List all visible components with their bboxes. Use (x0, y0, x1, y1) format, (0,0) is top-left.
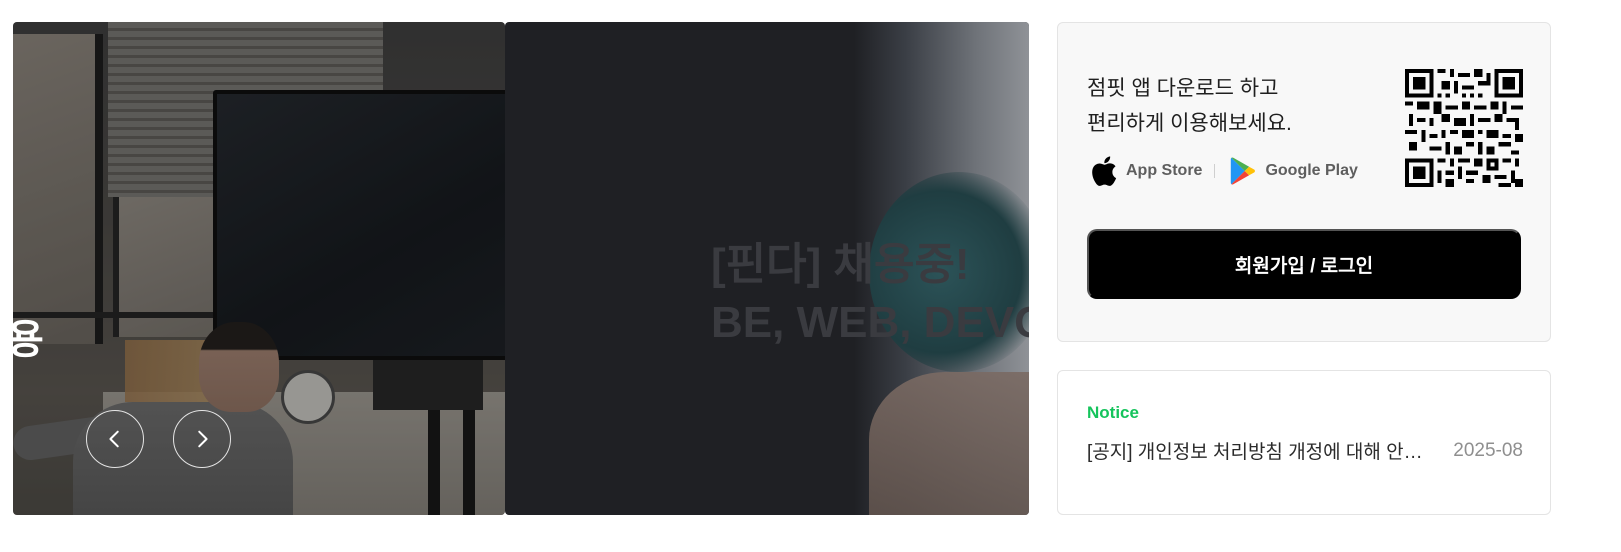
banner-edge-text: 용 (13, 318, 44, 362)
hiring-photo-shape (869, 372, 1029, 515)
store-divider (1214, 164, 1216, 178)
carousel-prev-button[interactable] (86, 410, 144, 468)
app-download-card: 점핏 앱 다운로드 하고 편리하게 이용해보세요. App Store Goog… (1057, 22, 1551, 342)
hiring-title-line1: [핀다] 채용중! (711, 240, 970, 289)
notice-label: Notice (1087, 403, 1139, 422)
carousel-next-button[interactable] (173, 410, 231, 468)
hiring-title-line2: BE, WEB, DEVO (711, 298, 1029, 347)
app-store-link[interactable]: App Store (1088, 155, 1202, 187)
notice-title[interactable]: [공지] 개인정보 처리방침 개정에 대해 안내드립니다. (1087, 437, 1432, 464)
google-play-icon (1231, 157, 1256, 185)
notice-card: Notice [공지] 개인정보 처리방침 개정에 대해 안내드립니다. 202… (1057, 370, 1551, 515)
banner-slide-hiring[interactable]: [핀다] 채용중! BE, WEB, DEVO (505, 22, 1029, 515)
app-store-label: App Store (1126, 162, 1203, 179)
app-download-text: 점핏 앱 다운로드 하고 편리하게 이용해보세요. (1087, 71, 1292, 141)
notice-item[interactable]: [공지] 개인정보 처리방침 개정에 대해 안내드립니다. 2025-08 (1087, 437, 1523, 464)
app-download-line2: 편리하게 이용해보세요. (1087, 112, 1292, 135)
app-download-line1: 점핏 앱 다운로드 하고 (1087, 77, 1279, 100)
chevron-right-icon (198, 430, 208, 448)
chevron-left-icon (109, 430, 119, 448)
google-play-label: Google Play (1265, 162, 1358, 179)
store-links: App Store Google Play (1088, 153, 1358, 189)
hiring-banner-title: [핀다] 채용중! BE, WEB, DEVO (711, 236, 1029, 352)
banner-slide-office[interactable]: 용 (13, 22, 505, 515)
apple-icon (1092, 156, 1117, 186)
notice-date: 2025-08 (1453, 439, 1523, 461)
google-play-link[interactable]: Google Play (1229, 156, 1358, 186)
qr-code-icon[interactable] (1405, 69, 1523, 187)
signup-login-button[interactable]: 회원가입 / 로그인 (1087, 229, 1521, 299)
banner-carousel: 용 [핀다] 채용중! BE, WEB, DEVO (13, 22, 1029, 515)
